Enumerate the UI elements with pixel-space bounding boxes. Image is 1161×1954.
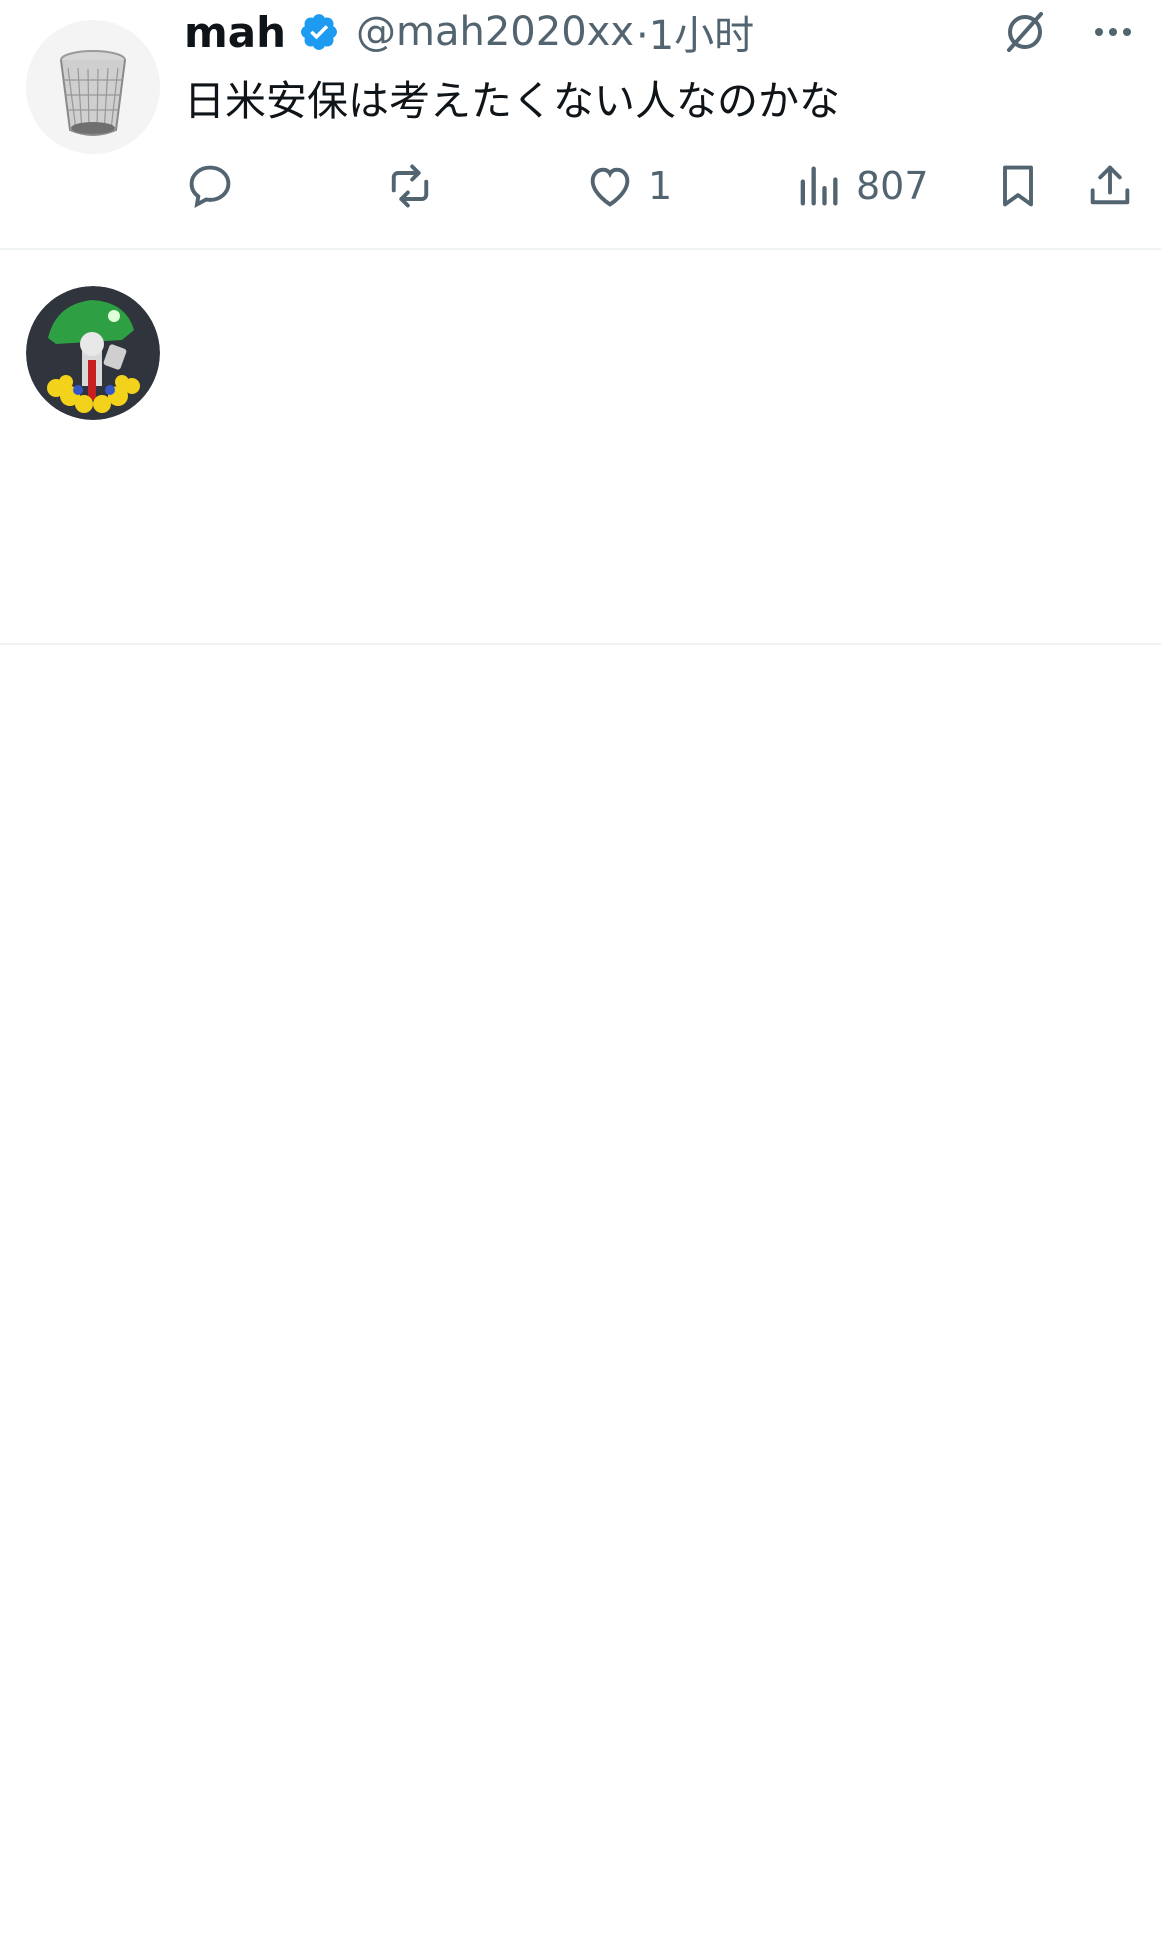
tweet-text-line: 日米安保は考えたくない人なのかな (184, 77, 840, 125)
soldier-helmet-avatar-icon (26, 286, 160, 420)
share-button[interactable] (1084, 156, 1136, 216)
timestamp[interactable]: ·1小时 (636, 3, 754, 61)
timeline: mah @mah2020xx ·1小时 日米安保は考えたくない人なのかな 1 8… (0, 0, 1161, 645)
trash-can-avatar-icon (26, 20, 160, 154)
avatar[interactable] (26, 20, 160, 154)
views-button[interactable]: 807 (792, 156, 929, 216)
tweet-header (184, 267, 1137, 327)
tweet-header (184, 528, 1137, 588)
display-name[interactable]: mah (184, 8, 286, 57)
like-button[interactable]: 1 (584, 156, 672, 216)
grok-icon[interactable] (1001, 8, 1049, 56)
tweet-header: mah @mah2020xx ·1小时 (184, 2, 1137, 62)
tweet-text: 日米安保は考えたくない人なのかな (184, 70, 1137, 133)
retweet-icon (391, 164, 429, 208)
bookmark-button[interactable] (992, 156, 1044, 216)
tweet[interactable]: mah @mah2020xx ·1小时 日米安保は考えたくない人なのかな 1 8… (0, 0, 1161, 250)
more-icon[interactable] (1089, 8, 1137, 56)
views-icon (800, 166, 838, 206)
heart-icon (590, 167, 630, 207)
share-icon (1090, 165, 1130, 205)
header-actions (1001, 8, 1137, 56)
reply-icon (189, 165, 231, 208)
reply-button[interactable] (184, 156, 236, 216)
tweet-actions: 1 807 (184, 156, 1137, 216)
view-count: 807 (856, 164, 929, 208)
handle[interactable]: @mah2020xx (356, 9, 634, 55)
tweet[interactable] (0, 250, 1161, 645)
verified-badge-icon (301, 14, 337, 50)
retweet-button[interactable] (384, 156, 436, 216)
like-count: 1 (648, 164, 673, 208)
bookmark-icon (1003, 165, 1033, 207)
avatar[interactable] (26, 286, 160, 420)
